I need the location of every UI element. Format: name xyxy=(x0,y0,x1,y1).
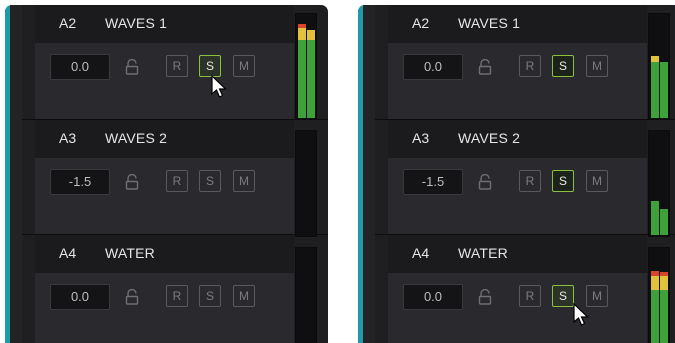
lock-icon[interactable] xyxy=(478,174,492,190)
meter-channel-left xyxy=(651,290,659,343)
solo-button[interactable]: S xyxy=(552,285,574,307)
mute-button[interactable]: M xyxy=(586,170,608,192)
mute-button[interactable]: M xyxy=(233,285,255,307)
meter-clip xyxy=(660,272,668,276)
meter-peak xyxy=(651,56,659,62)
track-id: A4 xyxy=(59,245,77,261)
track-id: A3 xyxy=(412,130,430,146)
track-gutter xyxy=(363,5,375,343)
track-a3: A3 WAVES 2 -1.5 R S M xyxy=(22,120,328,235)
solo-button[interactable]: S xyxy=(552,170,574,192)
mute-button[interactable]: M xyxy=(586,55,608,77)
audio-mixer-panel-left: A2 WAVES 1 0.0 R S M A3 WAVES 2 -1.5 R S… xyxy=(5,5,328,343)
volume-field[interactable]: 0.0 xyxy=(403,54,463,80)
meter-channel-right xyxy=(307,40,315,118)
lock-icon[interactable] xyxy=(125,174,139,190)
track-name[interactable]: WAVES 2 xyxy=(105,130,167,146)
lock-icon[interactable] xyxy=(478,289,492,305)
track-name[interactable]: WAVES 2 xyxy=(458,130,520,146)
meter-peak xyxy=(298,28,306,40)
track-id: A3 xyxy=(59,130,77,146)
record-button[interactable]: R xyxy=(519,55,541,77)
lock-icon[interactable] xyxy=(125,59,139,75)
track-id: A4 xyxy=(412,245,430,261)
meter-channel-right xyxy=(660,62,668,118)
meter-peak xyxy=(651,276,659,290)
solo-button[interactable]: S xyxy=(552,55,574,77)
track-a2: A2 WAVES 1 0.0 R S M xyxy=(375,5,675,120)
audio-mixer-panel-right: A2 WAVES 1 0.0 R S M A3 WAVES 2 -1.5 R S… xyxy=(358,5,675,343)
mute-button[interactable]: M xyxy=(233,170,255,192)
meter-channel-right xyxy=(660,290,668,343)
track-a4: A4 WATER 0.0 R S M xyxy=(22,235,328,343)
track-a2: A2 WAVES 1 0.0 R S M xyxy=(22,5,328,120)
meter-channel-left xyxy=(651,201,659,235)
solo-button[interactable]: S xyxy=(199,55,221,77)
volume-field[interactable]: -1.5 xyxy=(403,169,463,195)
track-id: A2 xyxy=(59,15,77,31)
meter-channel-left xyxy=(298,40,306,118)
track-id: A2 xyxy=(412,15,430,31)
record-button[interactable]: R xyxy=(519,170,541,192)
meter-clip xyxy=(298,24,306,28)
mouse-pointer-icon xyxy=(573,303,589,326)
meter-channel-right xyxy=(660,209,668,235)
meter-clip xyxy=(651,271,659,276)
record-button[interactable]: R xyxy=(166,170,188,192)
track-name[interactable]: WAVES 1 xyxy=(458,15,520,31)
lock-icon[interactable] xyxy=(125,289,139,305)
track-a4: A4 WATER 0.0 R S M xyxy=(375,235,675,343)
volume-field[interactable]: 0.0 xyxy=(50,54,110,80)
volume-field[interactable]: 0.0 xyxy=(403,284,463,310)
track-name[interactable]: WAVES 1 xyxy=(105,15,167,31)
track-a3: A3 WAVES 2 -1.5 R S M xyxy=(375,120,675,235)
mouse-pointer-icon xyxy=(211,75,227,98)
meter-peak xyxy=(660,276,668,290)
track-name[interactable]: WATER xyxy=(458,245,508,261)
meter-peak xyxy=(307,30,315,40)
track-name[interactable]: WATER xyxy=(105,245,155,261)
record-button[interactable]: R xyxy=(166,285,188,307)
record-button[interactable]: R xyxy=(166,55,188,77)
meter-channel-left xyxy=(651,62,659,118)
solo-button[interactable]: S xyxy=(199,285,221,307)
mute-button[interactable]: M xyxy=(233,55,255,77)
solo-button[interactable]: S xyxy=(199,170,221,192)
track-gutter xyxy=(10,5,22,343)
volume-field[interactable]: 0.0 xyxy=(50,284,110,310)
record-button[interactable]: R xyxy=(519,285,541,307)
lock-icon[interactable] xyxy=(478,59,492,75)
volume-field[interactable]: -1.5 xyxy=(50,169,110,195)
